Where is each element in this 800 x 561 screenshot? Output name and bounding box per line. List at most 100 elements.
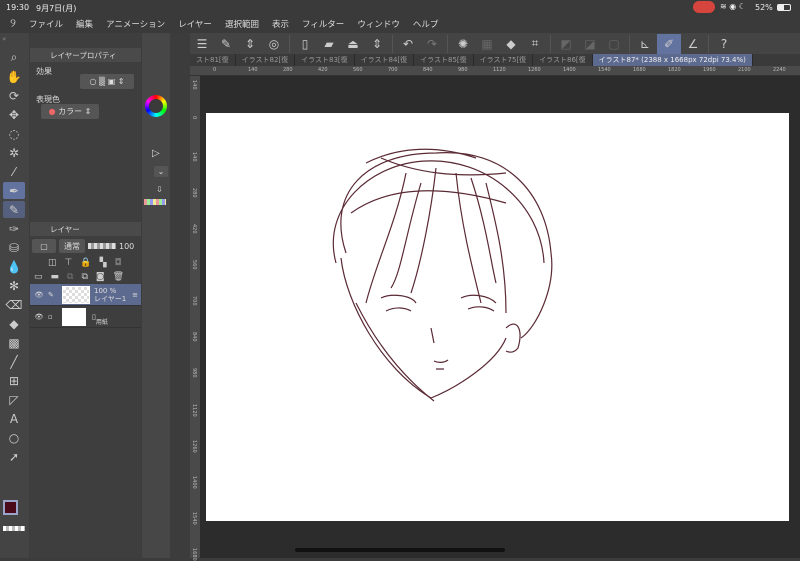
tab-illust84[interactable]: イラスト84[復 xyxy=(355,54,415,66)
airbrush-tool-icon[interactable]: ⛁ xyxy=(3,239,25,256)
menu-selection[interactable]: 選択範囲 xyxy=(225,18,259,30)
menu-window[interactable]: ウィンドウ xyxy=(357,18,400,30)
lock-alpha-icon[interactable]: ▚ xyxy=(100,258,107,268)
layer-property-header[interactable]: レイヤープロパティ xyxy=(30,48,141,62)
clear-icon[interactable]: ▦ xyxy=(475,34,499,54)
object-tool-icon[interactable]: ➚ xyxy=(3,448,25,465)
tab-illust85[interactable]: イラスト85[復 xyxy=(414,54,474,66)
mask-icon[interactable]: ◪ xyxy=(578,34,602,54)
rotate-tool-icon[interactable]: ⟳ xyxy=(3,87,25,104)
import-icon[interactable]: ⇩ xyxy=(156,185,163,194)
fill-icon[interactable]: ◆ xyxy=(499,34,523,54)
selection-tool-icon[interactable]: ◌ xyxy=(3,125,25,142)
loading-icon[interactable]: ✺ xyxy=(451,34,475,54)
dropdown-icon[interactable]: ⌄ xyxy=(154,166,168,177)
palette-collapse-icon[interactable]: « xyxy=(0,33,29,47)
edit-icon[interactable]: ✎ xyxy=(214,34,238,54)
app-logo-icon[interactable]: ୨ xyxy=(10,16,16,31)
merge-icon[interactable]: ⧉ xyxy=(81,272,87,282)
status-bar: 19:30 9月7日(月) ≋ ◉ ☾ 52% xyxy=(0,0,800,14)
magic-wand-icon[interactable]: ✲ xyxy=(3,144,25,161)
layer-color-button[interactable]: ▢ xyxy=(32,239,56,253)
tab-illust83[interactable]: イラスト83[復 xyxy=(295,54,355,66)
menu-file[interactable]: ファイル xyxy=(29,18,63,30)
status-time: 19:30 xyxy=(6,3,30,12)
copy-icon[interactable]: ⧉ xyxy=(67,272,73,282)
redo-icon[interactable]: ↷ xyxy=(420,34,444,54)
reference-icon[interactable]: ⊤ xyxy=(65,258,73,268)
layer-row[interactable]: 👁 ▫ ▯ 用紙 xyxy=(30,306,141,328)
hand-tool-icon[interactable]: ✋ xyxy=(3,68,25,85)
pen-tool-icon[interactable]: ✒ xyxy=(3,182,25,199)
text-tool-icon[interactable]: A xyxy=(3,410,25,427)
stepper-icon[interactable]: ⇕ xyxy=(238,34,262,54)
opacity-slider[interactable] xyxy=(88,243,116,249)
ruler-tick-label: 1260 xyxy=(528,67,541,73)
menu-icon[interactable]: ☰ xyxy=(190,34,214,54)
tab-illust75[interactable]: イラスト75[復 xyxy=(474,54,534,66)
decoration-tool-icon[interactable]: ✻ xyxy=(3,277,25,294)
brush-snap-icon[interactable]: ✐ xyxy=(657,33,681,54)
frame-tool-icon[interactable]: ⊞ xyxy=(3,372,25,389)
layer-mask-icon[interactable]: ◙ xyxy=(96,272,105,282)
ruler-tool-icon[interactable]: ◸ xyxy=(3,391,25,408)
main-color-swatch[interactable] xyxy=(3,500,18,515)
pencil-tool-icon[interactable]: ✎ xyxy=(3,201,25,218)
menu-view[interactable]: 表示 xyxy=(272,18,289,30)
color-set-swatches[interactable] xyxy=(144,199,166,205)
color-column: ▷ ⌄ ⇩ xyxy=(142,33,170,558)
tab-illust86[interactable]: イラスト86[復 xyxy=(533,54,593,66)
menu-animation[interactable]: アニメーション xyxy=(106,18,165,30)
line-tool-icon[interactable]: ╱ xyxy=(3,353,25,370)
tab-illust81[interactable]: スト81[復 xyxy=(190,54,236,66)
ruler-tick-label: 1540 xyxy=(191,512,197,525)
layer-menu-icon[interactable]: ≡ xyxy=(132,291,141,299)
save-icon[interactable]: ⏏ xyxy=(341,34,365,54)
tab-illust82[interactable]: イラスト82[復 xyxy=(236,54,296,66)
checkbox-icon[interactable]: ▫ xyxy=(48,313,62,321)
clip-icon[interactable]: ◎ xyxy=(262,34,286,54)
eye-icon[interactable]: 👁 xyxy=(30,291,48,299)
menu-filter[interactable]: フィルター xyxy=(302,18,344,30)
menu-help[interactable]: ヘルプ xyxy=(413,18,439,30)
menu-layer[interactable]: レイヤー xyxy=(178,18,212,30)
delete-icon[interactable]: 🗑 xyxy=(113,272,124,282)
undo-icon[interactable]: ↶ xyxy=(396,34,420,54)
brush-tool-icon[interactable]: ✑ xyxy=(3,220,25,237)
tab-illust87[interactable]: イラスト87* (2388 x 1668px 72dpi 73.4%) xyxy=(592,54,753,66)
new-folder-icon[interactable]: ▬ xyxy=(51,272,60,282)
eye-icon[interactable]: 👁 xyxy=(30,313,48,321)
fill-tool-icon[interactable]: ◆ xyxy=(3,315,25,332)
opacity-value[interactable]: 100 xyxy=(119,242,134,251)
help-icon[interactable]: ? xyxy=(712,34,736,54)
zoom-tool-icon[interactable]: ⌕ xyxy=(3,49,25,66)
open-folder-icon[interactable]: ▰ xyxy=(317,34,341,54)
canvas-paper[interactable] xyxy=(206,113,789,521)
stepper-icon[interactable]: ⇕ xyxy=(365,34,389,54)
frame-icon[interactable]: ▢ xyxy=(602,34,626,54)
line-snap-icon[interactable]: ∠ xyxy=(681,34,705,54)
transparent-color-swatch[interactable] xyxy=(3,526,25,531)
layer-row[interactable]: 👁 ✎ 100 % レイヤー1 ≡ xyxy=(30,284,141,306)
play-icon[interactable]: ▷ xyxy=(152,148,160,159)
new-file-icon[interactable]: ▯ xyxy=(293,34,317,54)
eyedropper-icon[interactable]: ⁄ xyxy=(3,163,25,180)
move-tool-icon[interactable]: ✥ xyxy=(3,106,25,123)
blend-mode-select[interactable]: 通常 xyxy=(59,239,85,253)
menu-edit[interactable]: 編集 xyxy=(76,18,93,30)
clip-icon[interactable]: ◫ xyxy=(48,258,57,268)
transform-icon[interactable]: ◩ xyxy=(554,34,578,54)
color-mode-select[interactable]: ● カラー ⇕ xyxy=(41,104,99,119)
new-layer-icon[interactable]: ▭ xyxy=(34,272,43,282)
blend-tool-icon[interactable]: 💧 xyxy=(3,258,25,275)
effect-buttons[interactable]: ○ ▒ ▣ ⇕ xyxy=(80,74,134,89)
gradient-tool-icon[interactable]: ▩ xyxy=(3,334,25,351)
eraser-tool-icon[interactable]: ⌫ xyxy=(3,296,25,313)
layers-header[interactable]: レイヤー xyxy=(30,222,141,236)
color-wheel[interactable] xyxy=(145,95,167,117)
ruler-snap-icon[interactable]: ⊾ xyxy=(633,34,657,54)
balloon-tool-icon[interactable]: ○ xyxy=(3,429,25,446)
lock-icon[interactable]: 🔒 xyxy=(80,258,91,268)
crop-icon[interactable]: ⌗ xyxy=(523,34,547,54)
mask-icon[interactable]: ◘ xyxy=(115,258,122,268)
